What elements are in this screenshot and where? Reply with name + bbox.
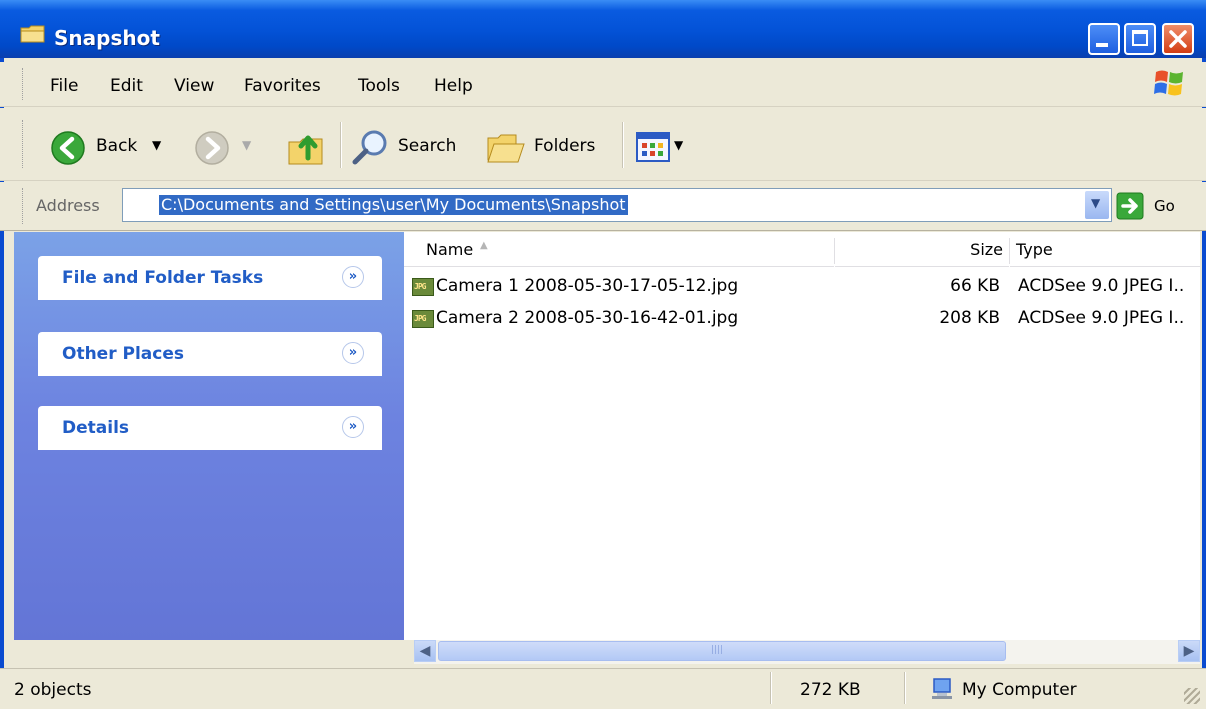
column-type-label: Type [1016, 240, 1053, 259]
search-label: Search [398, 136, 457, 156]
scrollbar-thumb[interactable]: |||| [438, 641, 1006, 661]
status-divider [904, 672, 906, 704]
resize-grip-icon[interactable] [1184, 688, 1200, 704]
task-group-file-and-folder-tasks[interactable]: File and Folder Tasks » [38, 256, 382, 300]
go-button[interactable]: Go [1116, 190, 1196, 222]
file-type: ACDSee 9.0 JPEG I.. [1018, 276, 1185, 296]
address-dropdown-button[interactable]: ▼ [1085, 191, 1109, 219]
address-value[interactable]: C:\Documents and Settings\user\My Docume… [159, 195, 628, 215]
column-header-size[interactable]: Size [835, 232, 1009, 267]
scroll-left-arrow-icon[interactable]: ◀ [414, 640, 436, 662]
task-group-details[interactable]: Details » [38, 406, 382, 450]
column-name-label: Name [426, 240, 474, 259]
windows-logo-icon [1154, 70, 1183, 96]
sort-ascending-icon: ▲ [480, 240, 488, 251]
back-button[interactable]: Back ▼ [48, 128, 188, 168]
status-location: My Computer [962, 680, 1077, 700]
task-group-title: Other Places [62, 344, 184, 364]
status-divider [770, 672, 772, 704]
views-icon [636, 132, 670, 162]
toolbar-grip[interactable] [22, 120, 26, 168]
column-header-name[interactable]: Name ▲ [404, 232, 834, 267]
explorer-window: Snapshot File Edit View Favorites Tools … [0, 0, 1206, 709]
scroll-right-arrow-icon[interactable]: ▶ [1178, 640, 1200, 662]
address-input[interactable]: C:\Documents and Settings\user\My Docume… [122, 188, 1112, 222]
forward-arrow-icon [195, 131, 229, 165]
search-button[interactable]: Search [350, 128, 472, 168]
menu-edit[interactable]: Edit [110, 76, 143, 96]
maximize-icon [1132, 30, 1148, 46]
horizontal-scrollbar[interactable]: ◀ |||| ▶ [414, 640, 1200, 664]
addressbar-grip[interactable] [22, 188, 26, 224]
maximize-button[interactable] [1124, 23, 1156, 55]
folders-icon [487, 134, 525, 163]
file-name: Camera 1 2008-05-30-17-05-12.jpg [436, 276, 739, 296]
close-icon [1169, 30, 1187, 48]
forward-button[interactable]: ▼ [192, 128, 264, 168]
task-group-title: File and Folder Tasks [62, 268, 264, 288]
menu-file[interactable]: File [50, 76, 78, 96]
my-computer-icon [932, 678, 952, 699]
jpg-file-icon: JPG [412, 278, 434, 296]
folders-button[interactable]: Folders [486, 128, 610, 168]
status-object-count: 2 objects [14, 680, 92, 700]
address-label: Address [36, 196, 100, 215]
views-button[interactable]: ▼ [636, 132, 696, 164]
file-row[interactable]: JPG Camera 1 2008-05-30-17-05-12.jpg 66 … [404, 274, 1200, 304]
file-size: 208 KB [939, 308, 1000, 328]
toolbar-separator [340, 122, 342, 168]
folders-label: Folders [534, 136, 596, 156]
menu-help[interactable]: Help [434, 76, 473, 96]
back-arrow-icon [51, 131, 85, 165]
menu-view[interactable]: View [174, 76, 214, 96]
menu-tools[interactable]: Tools [358, 76, 400, 96]
folder-icon [20, 25, 45, 43]
search-icon [352, 130, 387, 165]
file-type: ACDSee 9.0 JPEG I.. [1018, 308, 1185, 328]
status-total-size: 272 KB [800, 680, 861, 700]
column-header-type[interactable]: Type [1010, 232, 1200, 267]
folder-up-icon[interactable] [286, 128, 328, 168]
task-group-other-places[interactable]: Other Places » [38, 332, 382, 376]
back-label: Back [96, 136, 138, 156]
minimize-icon [1096, 43, 1108, 47]
go-arrow-icon [1116, 192, 1144, 220]
go-label: Go [1154, 197, 1175, 215]
window-title: Snapshot [54, 26, 160, 50]
toolbar-separator [622, 122, 624, 168]
jpg-file-icon: JPG [412, 310, 434, 328]
file-list[interactable]: Name ▲ Size Type JPG Camera 1 2008-05-30… [404, 232, 1200, 640]
chevron-down-icon: ▼ [674, 138, 684, 152]
menu-favorites[interactable]: Favorites [244, 76, 321, 96]
close-button[interactable] [1162, 23, 1194, 55]
task-pane: File and Folder Tasks » Other Places » D… [14, 232, 404, 640]
menubar-grip[interactable] [22, 68, 26, 100]
expand-chevron-icon[interactable]: » [342, 342, 364, 364]
title-bar[interactable]: Snapshot [0, 0, 1206, 58]
chevron-down-icon: ▼ [152, 138, 162, 152]
column-size-label: Size [970, 240, 1003, 259]
minimize-button[interactable] [1088, 23, 1120, 55]
file-size: 66 KB [950, 276, 1000, 296]
chevron-down-icon: ▼ [242, 138, 252, 152]
task-group-title: Details [62, 418, 130, 438]
grip-lines-icon: |||| [711, 645, 724, 655]
expand-chevron-icon[interactable]: » [342, 416, 364, 438]
chevron-down-icon: ▼ [1091, 196, 1101, 210]
expand-chevron-icon[interactable]: » [342, 266, 364, 288]
file-name: Camera 2 2008-05-30-16-42-01.jpg [436, 308, 739, 328]
file-row[interactable]: JPG Camera 2 2008-05-30-16-42-01.jpg 208… [404, 306, 1200, 336]
